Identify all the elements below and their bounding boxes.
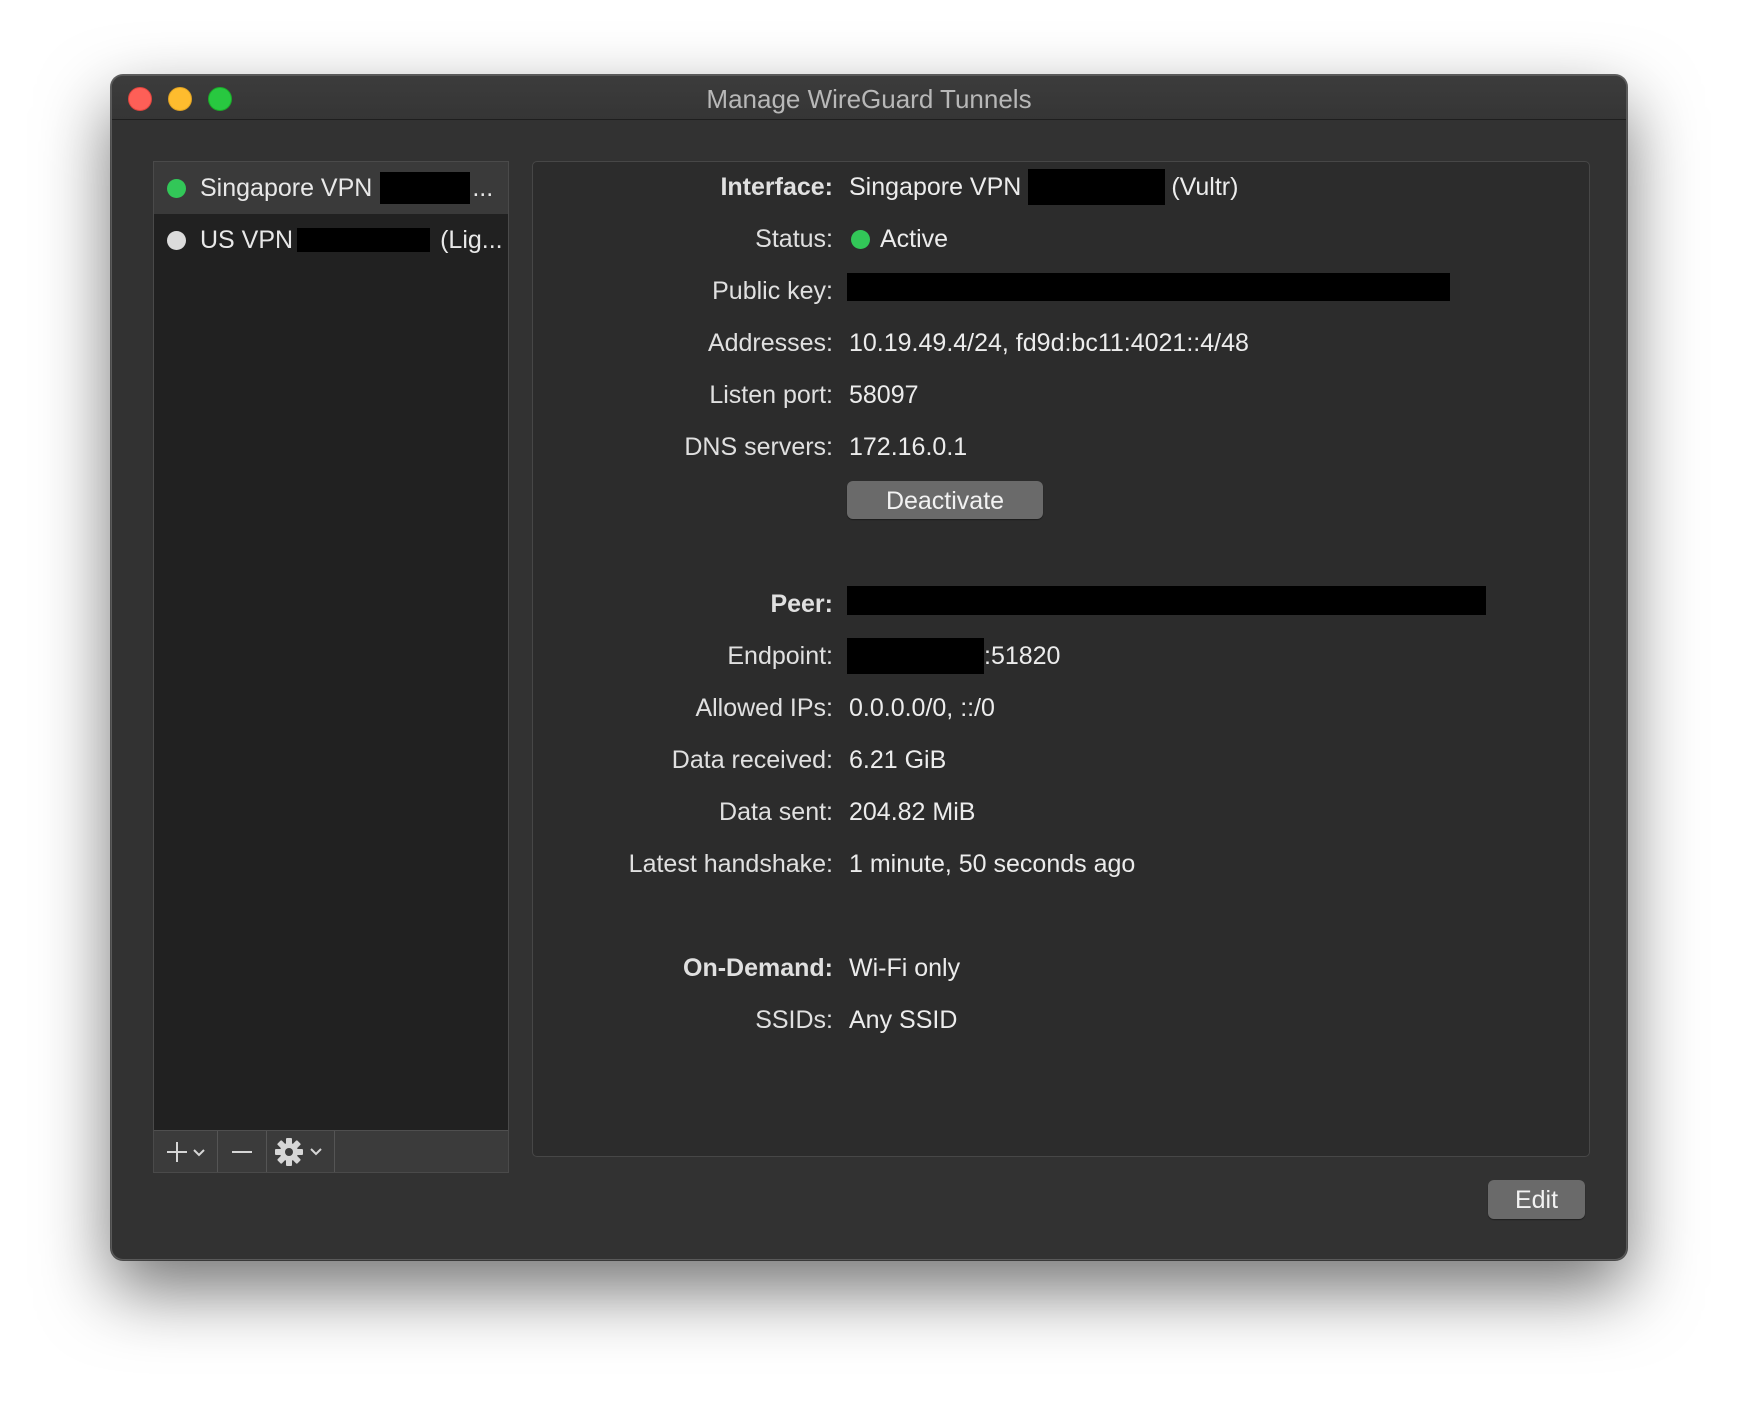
inactive-status-dot-icon — [167, 230, 186, 250]
redacted-block — [380, 172, 471, 204]
peer-value — [847, 586, 1486, 615]
listen-port-value: 58097 — [849, 381, 919, 409]
status-value: Active — [849, 221, 948, 257]
endpoint-value: :51820 — [847, 638, 1060, 674]
data-received-value: 6.21 GiB — [849, 746, 947, 774]
interface-row: Interface: Singapore VPN (Vultr) — [533, 169, 1589, 205]
interface-name: Singapore VPN — [849, 173, 1022, 201]
endpoint-port: :51820 — [984, 642, 1061, 670]
ssids-label: SSIDs: — [755, 1006, 833, 1034]
allowed-ips-label: Allowed IPs: — [695, 694, 833, 722]
latest-handshake-row: Latest handshake: 1 minute, 50 seconds a… — [533, 846, 1589, 882]
ssids-row: SSIDs: Any SSID — [533, 1002, 1589, 1038]
redacted-block — [847, 273, 1450, 301]
dns-servers-row: DNS servers: 172.16.0.1 — [533, 429, 1589, 465]
latest-handshake-label: Latest handshake: — [628, 850, 833, 878]
peer-label: Peer: — [770, 590, 833, 618]
window-title: Manage WireGuard Tunnels — [706, 84, 1032, 114]
tunnel-name: Singapore VPN — [200, 173, 373, 202]
tunnel-suffix: ... — [472, 173, 494, 202]
manage-tunnels-window: Manage WireGuard Tunnels Singapore VPN .… — [111, 75, 1627, 1260]
redacted-block — [1028, 169, 1166, 205]
redacted-block — [847, 638, 984, 674]
listen-port-row: Listen port: 58097 — [533, 377, 1589, 413]
interface-provider: (Vultr) — [1171, 173, 1239, 201]
public-key-label: Public key: — [712, 277, 833, 305]
data-sent-value: 204.82 MiB — [849, 798, 976, 826]
tunnel-detail-panel: Interface: Singapore VPN (Vultr) Status:… — [532, 161, 1590, 1157]
on-demand-row: On-Demand: Wi-Fi only — [533, 950, 1589, 986]
status-label: Status: — [755, 225, 833, 253]
data-received-label: Data received: — [671, 746, 833, 774]
active-status-dot-icon — [851, 229, 870, 249]
action-menu-button[interactable] — [267, 1131, 335, 1172]
addresses-label: Addresses: — [707, 329, 833, 357]
tunnel-name: US VPN — [200, 225, 294, 254]
addresses-value: 10.19.49.4/24, fd9d:bc11:4021::4/48 — [849, 329, 1249, 357]
interface-value: Singapore VPN (Vultr) — [849, 169, 1238, 205]
active-status-dot-icon — [167, 178, 186, 198]
dns-servers-value: 172.16.0.1 — [849, 433, 968, 461]
plus-icon — [166, 1141, 205, 1162]
redacted-block — [297, 228, 431, 252]
public-key-value — [847, 273, 1450, 301]
remove-tunnel-button[interactable] — [218, 1131, 267, 1172]
status-row: Status: Active — [533, 221, 1589, 257]
data-sent-row: Data sent: 204.82 MiB — [533, 794, 1589, 830]
data-received-row: Data received: 6.21 GiB — [533, 742, 1589, 778]
ssids-value: Any SSID — [849, 1006, 958, 1034]
endpoint-row: Endpoint: :51820 — [533, 638, 1589, 674]
data-sent-label: Data sent: — [719, 798, 833, 826]
edit-button[interactable]: Edit — [1488, 1180, 1585, 1219]
addresses-row: Addresses: 10.19.49.4/24, fd9d:bc11:4021… — [533, 325, 1589, 361]
deactivate-button[interactable]: Deactivate — [847, 481, 1043, 519]
tunnel-item-singapore[interactable]: Singapore VPN ... — [154, 162, 508, 214]
latest-handshake-value: 1 minute, 50 seconds ago — [849, 850, 1136, 878]
listen-port-label: Listen port: — [709, 381, 833, 409]
tunnel-list: Singapore VPN ... US VPN (Lig... — [153, 161, 509, 1173]
tunnel-suffix: (Lig... — [440, 225, 503, 254]
add-tunnel-button[interactable] — [154, 1131, 218, 1172]
status-text: Active — [880, 225, 949, 253]
redacted-block — [847, 586, 1486, 615]
title-bar[interactable]: Manage WireGuard Tunnels — [112, 76, 1626, 120]
dns-servers-label: DNS servers: — [684, 433, 833, 461]
on-demand-label: On-Demand: — [683, 954, 833, 982]
allowed-ips-row: Allowed IPs: 0.0.0.0/0, ::/0 — [533, 690, 1589, 726]
on-demand-value: Wi-Fi only — [849, 954, 961, 982]
peer-row: Peer: — [533, 586, 1589, 622]
tunnel-item-us[interactable]: US VPN (Lig... — [154, 214, 508, 266]
minus-icon — [232, 1150, 252, 1153]
sidebar-toolbar — [154, 1130, 508, 1172]
interface-label: Interface: — [720, 173, 833, 201]
public-key-row: Public key: — [533, 273, 1589, 309]
gear-icon — [274, 1137, 322, 1166]
allowed-ips-value: 0.0.0.0/0, ::/0 — [849, 694, 995, 722]
endpoint-label: Endpoint: — [727, 642, 833, 670]
